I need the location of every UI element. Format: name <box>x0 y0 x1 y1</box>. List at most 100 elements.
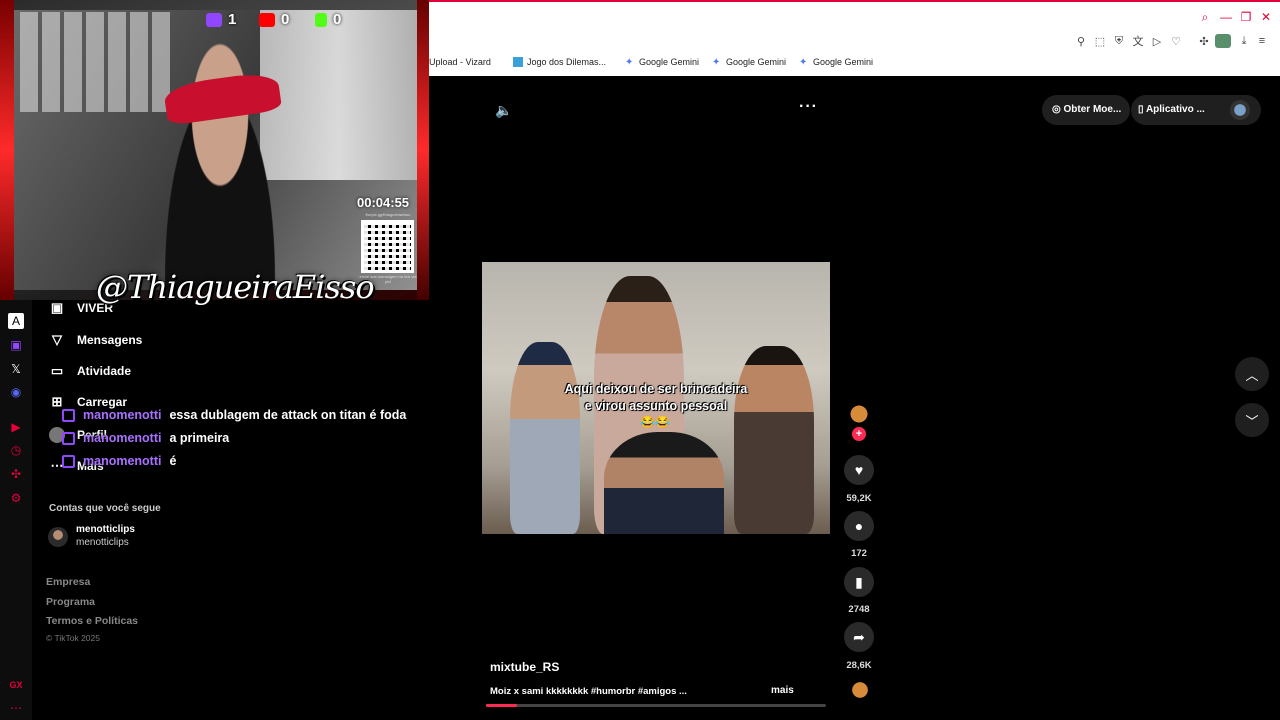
chat-text: a primeira <box>169 431 230 445</box>
streamer-webcam: 1 0 0 00:04:55 livepix.gg/thiagueiraeiss… <box>0 0 429 300</box>
video-figure <box>734 346 814 534</box>
nav-messages[interactable]: ▽ Mensagens <box>49 332 142 348</box>
nav-activity[interactable]: ▭ Atividade <box>49 363 131 379</box>
next-video-button[interactable]: ﹀ <box>1235 403 1269 437</box>
author-avatar[interactable] <box>846 401 872 427</box>
activity-icon: ▭ <box>50 363 64 378</box>
restore-icon[interactable]: ❐ <box>1239 10 1253 24</box>
bookmark-gemini-1[interactable]: ✦ Google Gemini <box>625 57 700 68</box>
send-icon[interactable]: ▷ <box>1150 34 1164 48</box>
x-icon[interactable]: 𝕏 <box>8 361 24 377</box>
comment-button[interactable]: ● <box>844 511 874 541</box>
video-caption-line: Aqui deixou de ser brincadeira <box>564 382 748 396</box>
gemini-icon: ✦ <box>625 57 634 68</box>
heart-icon[interactable]: ♡ <box>1169 34 1183 48</box>
settings-gear-icon[interactable]: ⚙ <box>8 490 24 506</box>
save-count: 2748 <box>848 604 870 615</box>
phone-icon: ▯ <box>1138 104 1144 115</box>
kick-viewer-count: 0 <box>333 11 342 28</box>
following-title: Contas que você segue <box>49 503 161 514</box>
live-icon: ▣ <box>50 300 64 315</box>
bookmark-jogo-dilemas[interactable]: Jogo dos Dilemas... <box>513 57 606 67</box>
extensions-icon[interactable]: ✣ <box>8 466 24 482</box>
chevron-up-icon: ︿ <box>1245 367 1259 383</box>
translate-icon[interactable]: 文 <box>1131 34 1145 48</box>
bookmark-label: Upload - Vizard <box>429 57 491 67</box>
bookmark-label: Google Gemini <box>726 57 787 67</box>
get-app-text: Aplicativo ... <box>1145 104 1205 115</box>
share-button[interactable]: ➦ <box>844 622 874 652</box>
chat-text: é <box>169 454 177 468</box>
twitch-icon <box>62 454 75 468</box>
browser-toolbar: ⌕ — ❐ ✕ ⚲ ⬚ ⛨ 文 ▷ ♡ ✣ ⤓ ≡ Upload - Vizar… <box>429 0 1280 76</box>
snapshot-icon[interactable]: ⬚ <box>1093 34 1107 48</box>
music-disc-icon[interactable] <box>848 678 872 702</box>
footer-link-program[interactable]: Programa <box>46 596 95 608</box>
twitch-icon <box>62 408 75 422</box>
jogo-dilemas-icon <box>513 57 523 67</box>
chat-message: manomenotti essa dublagem de attack on t… <box>62 408 406 422</box>
gx-icon[interactable]: GX <box>8 677 24 693</box>
history-icon[interactable]: ◷ <box>8 442 24 458</box>
video-progress-bar[interactable] <box>486 704 826 707</box>
bookmark-vizard[interactable]: Upload - Vizard <box>429 57 491 67</box>
get-app-label: ▯ Aplicativo ... <box>1138 104 1205 115</box>
profile-avatar-icon[interactable] <box>1215 34 1231 48</box>
bookmark-icon: ▮ <box>855 573 863 590</box>
footer-link-terms[interactable]: Termos e Políticas <box>46 615 138 627</box>
aria-icon[interactable]: A <box>8 313 24 329</box>
chat-message: manomenotti a primeira <box>62 431 229 445</box>
stream-timer: 00:04:55 <box>357 195 410 210</box>
shield-icon[interactable]: ⛨ <box>1112 34 1126 48</box>
chat-text: essa dublagem de attack on titan é foda <box>169 408 407 422</box>
video-description: Moiz x sami kkkkkkkk #humorbr #amigos ..… <box>490 686 687 697</box>
close-icon[interactable]: ✕ <box>1259 10 1273 24</box>
pin-icon[interactable]: ⚲ <box>1074 34 1088 48</box>
chat-username: manomenotti <box>83 408 162 422</box>
follow-plus-icon[interactable]: + <box>852 427 866 441</box>
bookmark-gemini-3[interactable]: ✦ Google Gemini <box>799 57 873 68</box>
volume-icon[interactable]: 🔈 <box>495 102 512 119</box>
following-avatar[interactable] <box>48 527 68 547</box>
twitch-icon[interactable]: ▣ <box>8 337 24 353</box>
browser-sidebar: A ▣ 𝕏 ◉ ▶ ◷ ✣ ⚙ GX ⋯ <box>0 300 32 720</box>
comment-icon: ● <box>854 518 864 534</box>
chat-username: manomenotti <box>83 431 162 445</box>
following-handle[interactable]: menotticlips <box>76 537 129 548</box>
qr-url: livepix.gg/thiagueiraeisso <box>365 212 411 217</box>
kick-viewer-counter: 0 <box>315 11 341 28</box>
twitch-icon <box>206 12 222 27</box>
get-coins-text: Obter Moe... <box>1063 104 1122 115</box>
bookmark-gemini-2[interactable]: ✦ Google Gemini <box>712 57 787 68</box>
player-icon[interactable]: ▶ <box>8 419 24 435</box>
gemini-icon: ✦ <box>712 57 721 68</box>
user-avatar[interactable] <box>1230 100 1250 120</box>
minimize-icon[interactable]: — <box>1219 10 1233 24</box>
author-name[interactable]: mixtube_RS <box>490 660 559 674</box>
bookmark-label: Google Gemini <box>639 57 700 67</box>
twitch-viewer-counter: 1 <box>206 11 236 28</box>
gemini-icon: ✦ <box>799 57 808 68</box>
streamer-handle: @ThiagueiraEisso <box>96 268 375 306</box>
download-icon[interactable]: ⤓ <box>1237 34 1251 48</box>
video-caption: Aqui deixou de ser brincadeira e virou a… <box>540 381 772 415</box>
previous-video-button[interactable]: ︿ <box>1235 357 1269 391</box>
chat-username: manomenotti <box>83 454 162 468</box>
discord-icon[interactable]: ◉ <box>8 384 24 400</box>
more-link[interactable]: mais <box>771 685 794 696</box>
coin-icon: ◎ <box>1052 104 1061 115</box>
footer-link-company[interactable]: Empresa <box>46 576 90 588</box>
more-options-icon[interactable]: ··· <box>799 98 818 116</box>
menu-icon[interactable]: ≡ <box>1255 34 1269 48</box>
more-dots-icon[interactable]: ⋯ <box>8 700 24 716</box>
video-caption-emoji: 😂😂 <box>640 415 670 429</box>
qr-code <box>361 220 414 273</box>
save-button[interactable]: ▮ <box>844 567 874 597</box>
following-name[interactable]: menotticlips <box>76 524 135 535</box>
like-button[interactable]: ♥ <box>844 455 874 485</box>
extensions-icon[interactable]: ✣ <box>1197 34 1211 48</box>
twitch-viewer-count: 1 <box>228 11 237 28</box>
like-count: 59,2K <box>846 493 872 504</box>
search-icon[interactable]: ⌕ <box>1198 10 1212 24</box>
video-caption-line: e virou assunto pessoal <box>584 399 728 413</box>
